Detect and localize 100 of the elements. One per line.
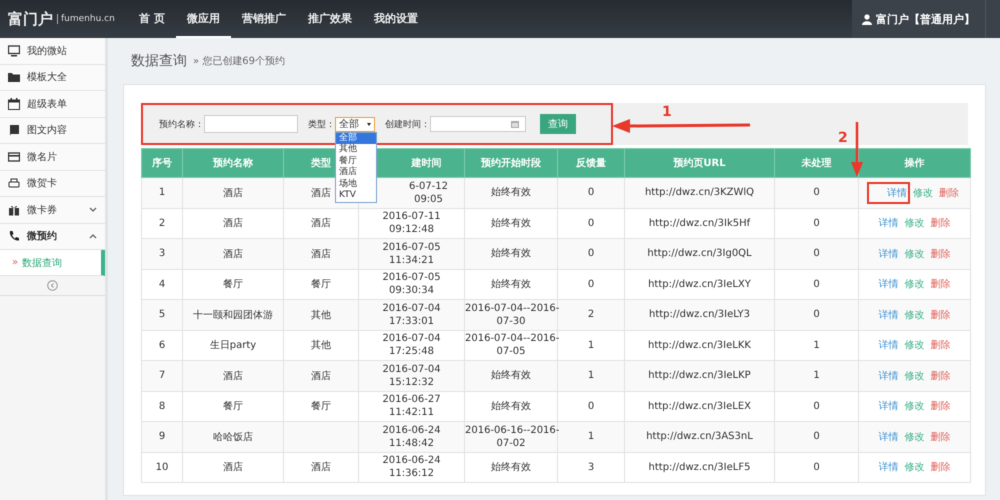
- table-cell: 2016-07-05 11:34:21: [358, 238, 464, 269]
- action-link[interactable]: 修改: [912, 184, 934, 202]
- sidebar-item[interactable]: 模板大全: [0, 64, 105, 91]
- sidebar-item[interactable]: 微贺卡: [0, 170, 105, 197]
- user-icon: [862, 14, 872, 24]
- table-cell: 2016-06-24 11:36:12: [358, 452, 464, 482]
- sidebar-subitem[interactable]: » 数据查询: [0, 250, 105, 276]
- table-cell: 2016-07-04 15:12:32: [358, 360, 464, 391]
- sidebar-label: 微名片: [27, 150, 58, 164]
- action-link[interactable]: 删除: [930, 397, 952, 416]
- table-cell: 1: [558, 360, 624, 391]
- folder-icon: [8, 71, 20, 84]
- sidebar-item[interactable]: 微预约: [0, 224, 105, 250]
- nav-tab[interactable]: 微应用: [176, 0, 231, 38]
- table-cell: 酒店: [182, 238, 284, 269]
- action-link[interactable]: 详情: [878, 336, 900, 354]
- gift-icon: [8, 204, 20, 216]
- action-link[interactable]: 删除: [930, 336, 952, 354]
- action-link[interactable]: 详情: [878, 397, 900, 416]
- table-cell: 1: [142, 178, 182, 208]
- dropdown-option[interactable]: 全部: [336, 132, 376, 144]
- sidebar-sublabel: 数据查询: [22, 256, 62, 270]
- collapse-icon[interactable]: [47, 280, 58, 291]
- card-icon: [8, 150, 20, 163]
- action-link[interactable]: 详情: [878, 275, 900, 294]
- table-cell: 十一颐和园团体游: [182, 300, 284, 330]
- table-cell: 0: [774, 452, 858, 482]
- type-select[interactable]: 全部: [335, 116, 375, 132]
- action-link[interactable]: 详情: [878, 366, 900, 385]
- nav-tab[interactable]: 营销推广: [230, 0, 297, 38]
- action-link[interactable]: 删除: [938, 184, 960, 202]
- action-link[interactable]: 详情: [878, 244, 900, 263]
- nav-tab[interactable]: 首 页: [128, 0, 176, 38]
- user-menu[interactable]: 富门户【普通用户】: [852, 0, 985, 38]
- table-cell: 10: [142, 452, 182, 482]
- action-link[interactable]: 修改: [904, 336, 926, 354]
- field-label: 创建时间：: [385, 118, 430, 130]
- action-link[interactable]: 详情: [869, 184, 908, 202]
- action-link[interactable]: 修改: [904, 397, 926, 416]
- sidebar-item[interactable]: 图文内容: [0, 118, 105, 144]
- column-header: 序号: [142, 148, 182, 178]
- table-cell: 始终有效: [464, 178, 558, 208]
- table-cell: 酒店: [284, 360, 358, 391]
- search-button[interactable]: 查询: [540, 114, 576, 134]
- table-cell: 酒店: [182, 360, 284, 391]
- table-cell: 9: [142, 422, 182, 452]
- name-input-field[interactable]: [204, 115, 298, 133]
- table-cell: http://dwz.cn/3IeLKP: [624, 360, 774, 391]
- sidebar-label: 模板大全: [27, 70, 68, 84]
- action-link[interactable]: 详情: [878, 214, 900, 232]
- action-link[interactable]: 修改: [904, 275, 926, 294]
- action-link[interactable]: 删除: [930, 428, 952, 446]
- table-cell: 始终有效: [464, 452, 558, 482]
- action-link[interactable]: 删除: [930, 458, 952, 476]
- date-input-field[interactable]: [430, 116, 526, 132]
- action-link[interactable]: 修改: [904, 458, 926, 476]
- table-cell: 0: [774, 178, 858, 208]
- logo-text: 富门户: [8, 10, 53, 28]
- field-label: 预约名称：: [159, 118, 204, 130]
- nav-tab[interactable]: 我的设置: [362, 0, 429, 38]
- sidebar-item[interactable]: 我的微站: [0, 38, 105, 64]
- marker-icon: »: [12, 257, 18, 268]
- table-cell: 1: [774, 360, 858, 391]
- table-cell: http://dwz.cn/3KZWlQ: [624, 178, 774, 208]
- action-link[interactable]: 修改: [904, 366, 926, 385]
- action-link[interactable]: 删除: [930, 244, 952, 263]
- table-cell: 0: [774, 300, 858, 330]
- action-link[interactable]: 详情: [878, 428, 900, 446]
- action-link[interactable]: 修改: [904, 306, 926, 324]
- action-link[interactable]: 修改: [904, 428, 926, 446]
- table-cell: 始终有效: [464, 360, 558, 391]
- sidebar-item[interactable]: 超级表单: [0, 91, 105, 118]
- table-cell: 哈哈饭店: [182, 422, 284, 452]
- action-link[interactable]: 修改: [904, 244, 926, 263]
- column-header: 预约开始时段: [464, 148, 558, 178]
- sidebar-label: 微贺卡: [27, 176, 58, 190]
- printer-icon: [8, 177, 20, 190]
- action-link[interactable]: 修改: [904, 214, 926, 232]
- nav-tab[interactable]: 推广效果: [296, 0, 363, 38]
- table-cell: 酒店: [284, 452, 358, 482]
- table-cell: 0: [774, 422, 858, 452]
- table-cell: 2016-06-24 11:48:42: [358, 422, 464, 452]
- table-cell: 始终有效: [464, 238, 558, 269]
- table-cell: 2016-06-16--2016-07-02: [464, 422, 558, 452]
- action-link[interactable]: 删除: [930, 366, 952, 385]
- sidebar-label: 我的微站: [27, 44, 68, 58]
- action-link[interactable]: 详情: [878, 306, 900, 324]
- table-cell: 1: [558, 422, 624, 452]
- action-link[interactable]: 删除: [930, 214, 952, 232]
- action-link[interactable]: 删除: [930, 306, 952, 324]
- action-link[interactable]: 详情: [878, 458, 900, 476]
- column-header: 未处理: [774, 148, 858, 178]
- field-label: 类型：: [308, 118, 335, 130]
- table-cell: 0: [774, 238, 858, 269]
- sidebar-item[interactable]: 微卡券: [0, 197, 105, 224]
- sidebar-item[interactable]: 微名片: [0, 144, 105, 170]
- action-link[interactable]: 删除: [930, 275, 952, 294]
- calendar-icon: [511, 120, 519, 128]
- table-cell: 其他: [284, 300, 358, 330]
- table-cell: http://dwz.cn/3AS3nL: [624, 422, 774, 452]
